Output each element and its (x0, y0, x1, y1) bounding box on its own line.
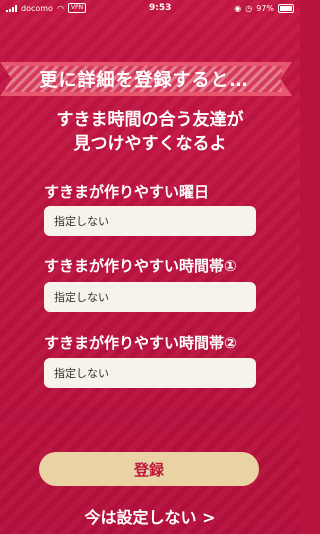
carrier-name: docomo (21, 3, 53, 13)
register-button[interactable]: 登録 (39, 452, 259, 486)
timeslot-1-select[interactable]: 指定しない (44, 282, 256, 312)
screen: docomo ◠ VPN 9:53 ◉ ◷ 97% 更に詳細を登録すると… すき… (0, 0, 300, 534)
vpn-icon: VPN (67, 3, 87, 13)
lead-text: すきま時間の合う友達が 見つけやすくなるよ (0, 108, 300, 156)
banner-title: 更に詳細を登録すると… (39, 70, 249, 91)
field-label-timeslot-1: すきまが作りやすい時間帯① (44, 257, 237, 275)
lead-line-1: すきま時間の合う友達が (56, 110, 244, 130)
status-bar: docomo ◠ VPN 9:53 ◉ ◷ 97% (0, 0, 300, 16)
status-right: ◉ ◷ 97% (234, 3, 294, 13)
skip-link[interactable]: 今は設定しない > (0, 504, 300, 528)
field-label-weekday: すきまが作りやすい曜日 (44, 183, 210, 201)
lock-rotation-icon: ◉ (234, 3, 242, 13)
weekday-select[interactable]: 指定しない (44, 206, 256, 236)
status-time: 9:53 (149, 3, 172, 13)
field-label-timeslot-2: すきまが作りやすい時間帯② (44, 334, 237, 352)
signal-icon (6, 4, 17, 12)
status-left: docomo ◠ VPN (6, 3, 87, 13)
lead-line-2: 見つけやすくなるよ (73, 134, 227, 154)
alarm-icon: ◷ (245, 3, 253, 13)
title-banner: 更に詳細を登録すると… (0, 62, 292, 96)
battery-icon (277, 3, 294, 13)
title-banner-inner: 更に詳細を登録すると… (6, 66, 282, 92)
timeslot-2-select[interactable]: 指定しない (44, 358, 256, 388)
battery-percent: 97% (256, 3, 274, 13)
wifi-icon: ◠ (56, 3, 64, 13)
